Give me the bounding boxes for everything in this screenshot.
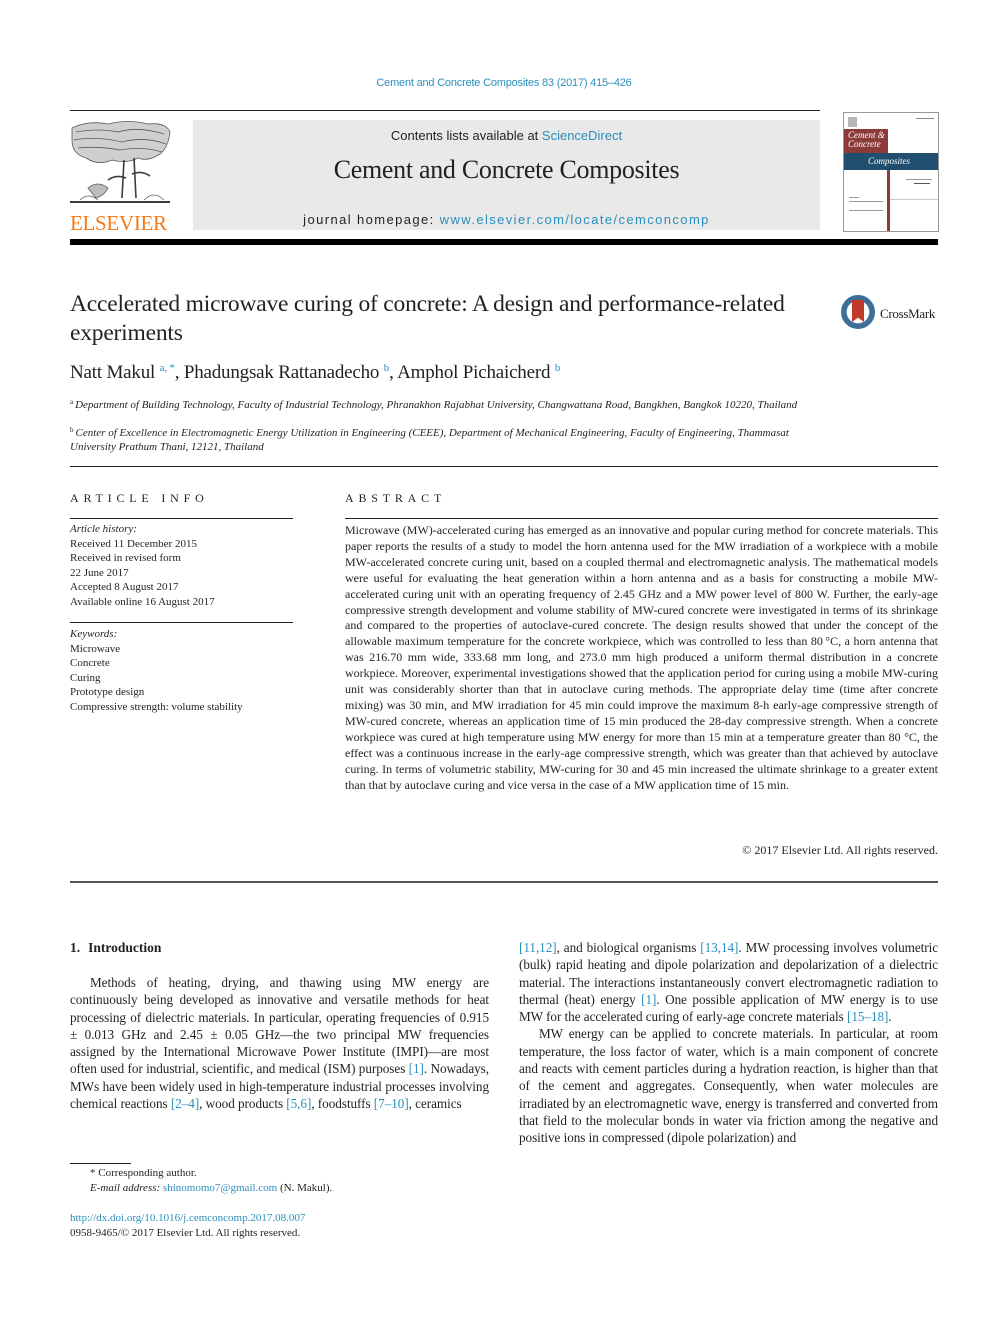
abstract-heading: ABSTRACT (345, 491, 447, 505)
running-head[interactable]: Cement and Concrete Composites 83 (2017)… (0, 77, 992, 89)
keyword-item: Prototype design (70, 686, 145, 698)
affiliation-a: a Department of Building Technology, Facu… (70, 395, 830, 412)
footnote-email: E-mail address: shinomomo7@gmail.com (N.… (90, 1181, 332, 1196)
keyword-item: Concrete (70, 657, 110, 669)
contents-availability: Contents lists available at ScienceDirec… (193, 128, 820, 143)
keyword-item: Curing (70, 671, 101, 684)
footnote-mark: * (90, 1167, 96, 1179)
footnote-corresponding: * Corresponding author. (70, 1166, 197, 1181)
journal-title: Cement and Concrete Composites (333, 155, 680, 184)
footnote-rule (70, 1163, 131, 1164)
article-info-heading: ARTICLE INFO (70, 491, 209, 505)
citation-link[interactable]: [1] (409, 1061, 424, 1076)
cover-title-red-band: Cement & Concrete (844, 129, 888, 153)
cover-title-line2: Concrete (848, 139, 881, 149)
affiliation-b: b Center of Excellence in Electromagnetic… (70, 423, 830, 454)
article-history: Article history: Received 11 December 20… (70, 522, 292, 609)
keyword-item: Compressive strength: volume stability (70, 700, 243, 713)
section-title: Introduction (88, 940, 162, 955)
author-name[interactable]: Amphol Pichaicherd (397, 362, 550, 383)
contents-prefix: Contents lists available at (390, 128, 542, 143)
issn-line: 0958-9465/© 2017 Elsevier Ltd. All right… (70, 1227, 301, 1239)
cover-text-line (849, 201, 883, 202)
citation-link[interactable]: [5,6] (286, 1096, 311, 1111)
section-heading-introduction: 1. Introduction (70, 940, 161, 956)
keywords-label: Keywords: (70, 628, 118, 640)
abstract-bottom-rule (70, 881, 938, 883)
intro-paragraph: Methods of heating, drying, and thawing … (70, 974, 489, 1112)
elsevier-wordmark: ELSEVIER (70, 211, 167, 235)
doi-link[interactable]: http://dx.doi.org/10.1016/j.cemconcomp.2… (70, 1212, 305, 1224)
paragraph-text: , and biological organisms (556, 940, 701, 955)
history-item: 22 June 2017 (70, 566, 129, 579)
author-list: Natt Makul a, *, Phadungsak Rattanadecho… (70, 362, 560, 384)
sciencedirect-link[interactable]: ScienceDirect (542, 128, 622, 143)
cover-text-line (849, 197, 859, 198)
header-divider (70, 466, 938, 467)
doi-link-line: http://dx.doi.org/10.1016/j.cemconcomp.2… (70, 1211, 305, 1226)
article-title: Accelerated microwave curing of concrete… (70, 291, 785, 346)
author-name[interactable]: Natt Makul (70, 362, 155, 383)
journal-cover-thumbnail[interactable]: Cement & Concrete Composites (843, 112, 939, 232)
masthead: Contents lists available at ScienceDirec… (193, 120, 820, 230)
citation-link[interactable]: [1] (641, 992, 656, 1007)
journal-homepage: journal homepage: www.elsevier.com/locat… (193, 212, 820, 227)
history-item: Received in revised form (70, 552, 181, 564)
paragraph-text: . (888, 1009, 892, 1025)
author-affiliation-marker[interactable]: b (555, 362, 561, 374)
keywords-rule (70, 622, 293, 623)
cover-issn-line (916, 118, 934, 119)
email-label: E-mail address: (90, 1182, 161, 1194)
crossmark-badge[interactable]: CrossMark (841, 295, 941, 335)
email-suffix: (N. Makul). (277, 1182, 333, 1194)
affiliation-key: a (70, 398, 74, 406)
paragraph-text: , wood products (199, 1096, 287, 1112)
elsevier-logo[interactable]: ELSEVIER (68, 118, 174, 234)
elsevier-tree-icon (70, 121, 171, 203)
homepage-prefix: journal homepage: (303, 212, 440, 227)
intro-right-column: [11,12], and biological organisms [13,14… (519, 939, 938, 1147)
article-history-label: Article history: (70, 523, 137, 535)
intro-left-column: Methods of heating, drying, and thawing … (70, 974, 489, 1112)
intro-paragraph: [11,12], and biological organisms [13,14… (519, 939, 938, 1025)
article-info-rule (70, 518, 293, 519)
cover-text-line (890, 199, 938, 200)
section-number: 1. (70, 940, 81, 955)
intro-paragraph: MW energy can be applied to concrete mat… (519, 1026, 938, 1146)
affiliation-text: Center of Excellence in Electromagnetic … (70, 427, 789, 453)
keyword-item: Microwave (70, 642, 121, 655)
citation-link[interactable]: [11,12] (519, 940, 557, 955)
cover-elsevier-icon (848, 117, 857, 127)
masthead-bottom-rule (70, 239, 938, 245)
abstract-copyright: © 2017 Elsevier Ltd. All rights reserved… (742, 843, 938, 857)
paragraph-text: , foodstuffs (311, 1096, 374, 1112)
history-item: Received 11 December 2015 (70, 537, 197, 550)
history-item: Available online 16 August 2017 (70, 595, 215, 608)
affiliation-key: b (70, 426, 74, 434)
abstract-rule (345, 518, 938, 519)
keywords: Keywords: Microwave Concrete Curing Prot… (70, 627, 292, 714)
cover-vertical-bar (887, 170, 890, 231)
masthead-top-rule (70, 110, 820, 111)
footnote-text: Corresponding author. (98, 1167, 197, 1179)
paragraph-text: , ceramics (408, 1096, 462, 1112)
abstract-text: Microwave (MW)-accelerated curing has em… (345, 523, 938, 792)
citation-link[interactable]: [7–10] (374, 1096, 409, 1111)
email-link[interactable]: shinomomo7@gmail.com (163, 1182, 277, 1194)
cover-text-line (849, 210, 883, 211)
cover-title-blue-band: Composites (844, 153, 938, 170)
author-separator: , (174, 362, 184, 383)
citation-link[interactable]: [15–18] (847, 1009, 888, 1024)
cover-text-line (914, 183, 930, 184)
homepage-link[interactable]: www.elsevier.com/locate/cemconcomp (440, 212, 710, 227)
citation-link[interactable]: [13,14] (700, 940, 738, 955)
affiliation-text: Department of Building Technology, Facul… (75, 399, 798, 411)
author-name[interactable]: Phadungsak Rattanadecho (184, 362, 380, 383)
author-affiliation-marker[interactable]: a, * (160, 362, 175, 374)
cover-text-line (906, 179, 932, 180)
author-separator: , (389, 362, 398, 383)
crossmark-label: CrossMark (880, 306, 936, 321)
history-item: Accepted 8 August 2017 (70, 581, 179, 593)
citation-link[interactable]: [2–4] (171, 1096, 199, 1111)
